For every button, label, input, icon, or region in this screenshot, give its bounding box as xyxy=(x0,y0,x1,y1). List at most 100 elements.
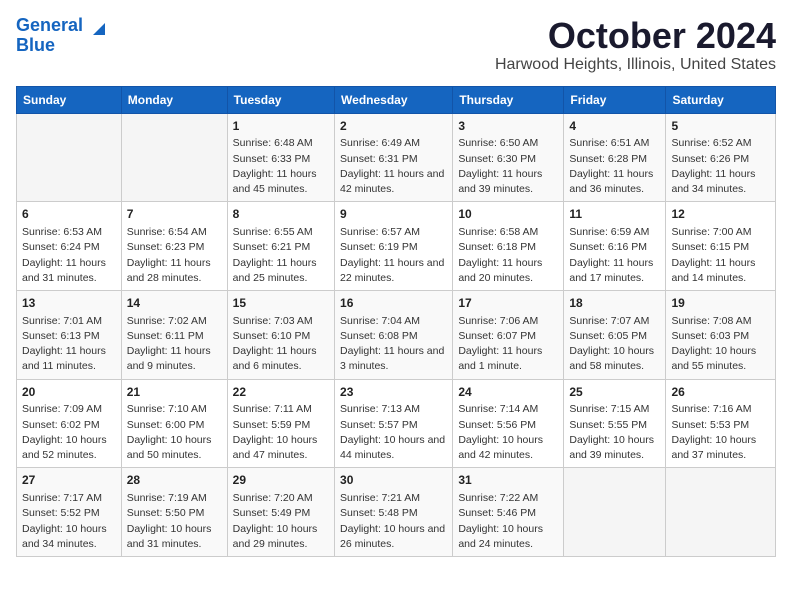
day-number: 20 xyxy=(22,384,116,401)
day-number: 24 xyxy=(458,384,558,401)
day-content: Sunrise: 7:02 AMSunset: 6:11 PMDaylight:… xyxy=(127,314,222,375)
day-cell: 18 Sunrise: 7:07 AMSunset: 6:05 PMDayligh… xyxy=(564,290,666,379)
day-number: 11 xyxy=(569,206,660,223)
day-cell: 6 Sunrise: 6:53 AMSunset: 6:24 PMDaylight… xyxy=(17,202,122,291)
day-cell: 29Sunrise: 7:20 AMSunset: 5:49 PMDayligh… xyxy=(227,468,334,557)
day-number: 2 xyxy=(340,118,447,135)
title-block: October 2024 Harwood Heights, Illinois, … xyxy=(495,16,776,74)
day-cell: 13Sunrise: 7:01 AMSunset: 6:13 PMDayligh… xyxy=(17,290,122,379)
day-content: Sunrise: 7:14 AMSunset: 5:56 PMDaylight:… xyxy=(458,402,558,463)
week-row-3: 13Sunrise: 7:01 AMSunset: 6:13 PMDayligh… xyxy=(17,290,776,379)
day-content: Sunrise: 7:10 AMSunset: 6:00 PMDaylight:… xyxy=(127,402,222,463)
day-content: Sunrise: 7:09 AMSunset: 6:02 PMDaylight:… xyxy=(22,402,116,463)
day-number: 23 xyxy=(340,384,447,401)
logo: General Blue xyxy=(16,16,109,56)
day-cell: 5Sunrise: 6:52 AMSunset: 6:26 PMDaylight… xyxy=(666,113,776,202)
col-header-saturday: Saturday xyxy=(666,86,776,113)
day-content: Sunrise: 7:07 AMSunset: 6:05 PMDaylight:… xyxy=(569,314,660,375)
day-number: 17 xyxy=(458,295,558,312)
day-number: 6 xyxy=(22,206,116,223)
day-cell: 17Sunrise: 7:06 AMSunset: 6:07 PMDayligh… xyxy=(453,290,564,379)
day-content: Sunrise: 6:50 AMSunset: 6:30 PMDaylight:… xyxy=(458,136,558,197)
day-content: Sunrise: 7:16 AMSunset: 5:53 PMDaylight:… xyxy=(671,402,770,463)
day-cell: 28 Sunrise: 7:19 AMSunset: 5:50 PMDayligh… xyxy=(121,468,227,557)
day-number: 3 xyxy=(458,118,558,135)
week-row-2: 6 Sunrise: 6:53 AMSunset: 6:24 PMDaylight… xyxy=(17,202,776,291)
day-number: 22 xyxy=(233,384,329,401)
day-cell: 14 Sunrise: 7:02 AMSunset: 6:11 PMDayligh… xyxy=(121,290,227,379)
day-content: Sunrise: 6:54 AMSunset: 6:23 PMDaylight:… xyxy=(127,225,222,286)
day-number: 25 xyxy=(569,384,660,401)
day-content: Sunrise: 7:04 AMSunset: 6:08 PMDaylight:… xyxy=(340,314,447,375)
day-cell xyxy=(121,113,227,202)
day-cell: 30Sunrise: 7:21 AMSunset: 5:48 PMDayligh… xyxy=(335,468,453,557)
day-content: Sunrise: 7:08 AMSunset: 6:03 PMDaylight:… xyxy=(671,314,770,375)
day-cell: 9Sunrise: 6:57 AMSunset: 6:19 PMDaylight… xyxy=(335,202,453,291)
day-content: Sunrise: 7:03 AMSunset: 6:10 PMDaylight:… xyxy=(233,314,329,375)
day-content: Sunrise: 7:20 AMSunset: 5:49 PMDaylight:… xyxy=(233,491,329,552)
day-number: 31 xyxy=(458,472,558,489)
day-number: 7 xyxy=(127,206,222,223)
day-number: 14 xyxy=(127,295,222,312)
day-cell xyxy=(666,468,776,557)
col-header-thursday: Thursday xyxy=(453,86,564,113)
day-cell: 25Sunrise: 7:15 AMSunset: 5:55 PMDayligh… xyxy=(564,379,666,468)
week-row-5: 27Sunrise: 7:17 AMSunset: 5:52 PMDayligh… xyxy=(17,468,776,557)
day-content: Sunrise: 6:49 AMSunset: 6:31 PMDaylight:… xyxy=(340,136,447,197)
day-cell xyxy=(564,468,666,557)
day-content: Sunrise: 7:19 AMSunset: 5:50 PMDaylight:… xyxy=(127,491,222,552)
day-number: 15 xyxy=(233,295,329,312)
day-content: Sunrise: 7:17 AMSunset: 5:52 PMDaylight:… xyxy=(22,491,116,552)
col-header-monday: Monday xyxy=(121,86,227,113)
day-number: 9 xyxy=(340,206,447,223)
day-cell: 21Sunrise: 7:10 AMSunset: 6:00 PMDayligh… xyxy=(121,379,227,468)
col-header-tuesday: Tuesday xyxy=(227,86,334,113)
day-cell: 26Sunrise: 7:16 AMSunset: 5:53 PMDayligh… xyxy=(666,379,776,468)
page-header: General Blue October 2024 Harwood Height… xyxy=(16,16,776,74)
logo-blue: Blue xyxy=(16,35,55,55)
day-cell xyxy=(17,113,122,202)
day-cell: 11 Sunrise: 6:59 AMSunset: 6:16 PMDayligh… xyxy=(564,202,666,291)
day-content: Sunrise: 6:53 AMSunset: 6:24 PMDaylight:… xyxy=(22,225,116,286)
day-content: Sunrise: 7:01 AMSunset: 6:13 PMDaylight:… xyxy=(22,314,116,375)
day-number: 18 xyxy=(569,295,660,312)
day-content: Sunrise: 7:11 AMSunset: 5:59 PMDaylight:… xyxy=(233,402,329,463)
day-number: 5 xyxy=(671,118,770,135)
day-cell: 8Sunrise: 6:55 AMSunset: 6:21 PMDaylight… xyxy=(227,202,334,291)
day-cell: 20Sunrise: 7:09 AMSunset: 6:02 PMDayligh… xyxy=(17,379,122,468)
day-cell: 27Sunrise: 7:17 AMSunset: 5:52 PMDayligh… xyxy=(17,468,122,557)
day-number: 19 xyxy=(671,295,770,312)
day-number: 10 xyxy=(458,206,558,223)
logo-general: General xyxy=(16,15,83,35)
day-content: Sunrise: 6:58 AMSunset: 6:18 PMDaylight:… xyxy=(458,225,558,286)
day-cell: 4Sunrise: 6:51 AMSunset: 6:28 PMDaylight… xyxy=(564,113,666,202)
day-cell: 23Sunrise: 7:13 AMSunset: 5:57 PMDayligh… xyxy=(335,379,453,468)
day-number: 4 xyxy=(569,118,660,135)
day-number: 21 xyxy=(127,384,222,401)
day-content: Sunrise: 6:48 AMSunset: 6:33 PMDaylight:… xyxy=(233,136,329,197)
day-number: 12 xyxy=(671,206,770,223)
day-number: 26 xyxy=(671,384,770,401)
day-cell: 16 Sunrise: 7:04 AMSunset: 6:08 PMDayligh… xyxy=(335,290,453,379)
day-cell: 1Sunrise: 6:48 AMSunset: 6:33 PMDaylight… xyxy=(227,113,334,202)
day-cell: 19 Sunrise: 7:08 AMSunset: 6:03 PMDayligh… xyxy=(666,290,776,379)
day-cell: 7 Sunrise: 6:54 AMSunset: 6:23 PMDaylight… xyxy=(121,202,227,291)
day-content: Sunrise: 6:52 AMSunset: 6:26 PMDaylight:… xyxy=(671,136,770,197)
day-cell: 10 Sunrise: 6:58 AMSunset: 6:18 PMDayligh… xyxy=(453,202,564,291)
day-cell: 15 Sunrise: 7:03 AMSunset: 6:10 PMDayligh… xyxy=(227,290,334,379)
day-content: Sunrise: 7:22 AMSunset: 5:46 PMDaylight:… xyxy=(458,491,558,552)
day-cell: 31 Sunrise: 7:22 AMSunset: 5:46 PMDayligh… xyxy=(453,468,564,557)
day-content: Sunrise: 6:59 AMSunset: 6:16 PMDaylight:… xyxy=(569,225,660,286)
day-cell: 22Sunrise: 7:11 AMSunset: 5:59 PMDayligh… xyxy=(227,379,334,468)
calendar-table: SundayMondayTuesdayWednesdayThursdayFrid… xyxy=(16,86,776,557)
day-content: Sunrise: 7:00 AMSunset: 6:15 PMDaylight:… xyxy=(671,225,770,286)
day-cell: 12 Sunrise: 7:00 AMSunset: 6:15 PMDayligh… xyxy=(666,202,776,291)
calendar-subtitle: Harwood Heights, Illinois, United States xyxy=(495,56,776,74)
day-cell: 3Sunrise: 6:50 AMSunset: 6:30 PMDaylight… xyxy=(453,113,564,202)
col-header-wednesday: Wednesday xyxy=(335,86,453,113)
week-row-1: 1Sunrise: 6:48 AMSunset: 6:33 PMDaylight… xyxy=(17,113,776,202)
day-content: Sunrise: 6:55 AMSunset: 6:21 PMDaylight:… xyxy=(233,225,329,286)
calendar-header: SundayMondayTuesdayWednesdayThursdayFrid… xyxy=(17,86,776,113)
day-number: 16 xyxy=(340,295,447,312)
day-number: 28 xyxy=(127,472,222,489)
